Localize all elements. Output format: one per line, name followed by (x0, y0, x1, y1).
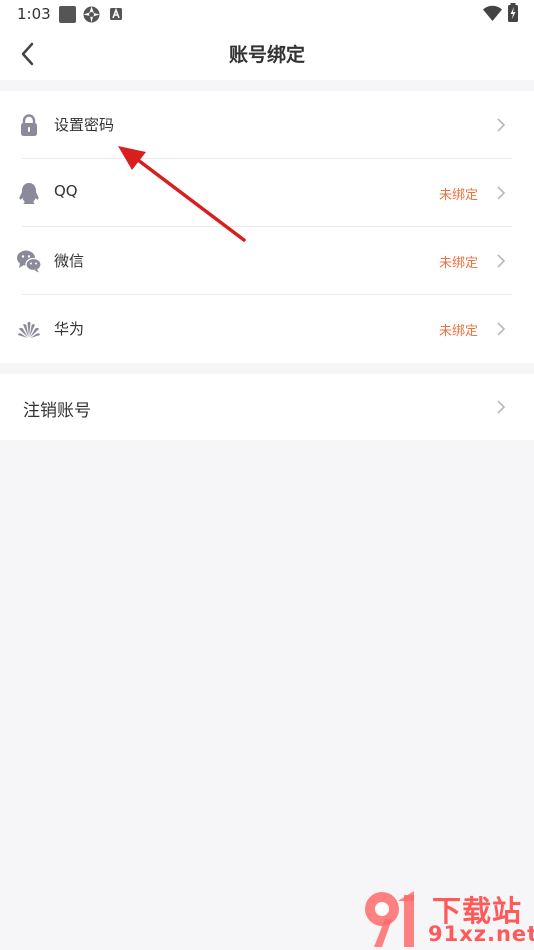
cancel-account-row[interactable]: 注销账号 (0, 374, 534, 440)
translate-a-icon (110, 8, 122, 20)
huawei-icon (17, 321, 41, 338)
wifi-icon (483, 5, 502, 21)
chevron-right-icon (497, 254, 506, 268)
wechat-status-badge: 未绑定 (438, 256, 478, 271)
set-password-label: 设置密码 (54, 116, 115, 134)
qq-icon (19, 183, 39, 204)
lock-icon (21, 114, 37, 136)
chevron-right-icon (497, 118, 506, 132)
status-time: 1:03 (17, 5, 51, 23)
huawei-label: 华为 (54, 320, 85, 338)
watermark: 下载站 91xz.net (360, 885, 534, 950)
battery-charging-icon (508, 3, 518, 22)
wechat-label: 微信 (54, 252, 85, 270)
wechat-binding-row[interactable]: 微信 未绑定 (0, 227, 534, 295)
aperture-icon (83, 6, 100, 23)
app-notification-icon (59, 6, 76, 23)
qq-status-badge: 未绑定 (438, 188, 478, 203)
qq-binding-row[interactable]: QQ 未绑定 (0, 159, 534, 227)
qq-label: QQ (54, 182, 78, 200)
huawei-binding-row[interactable]: 华为 未绑定 (0, 295, 534, 363)
huawei-status-badge: 未绑定 (438, 324, 478, 339)
page-header: 账号绑定 (0, 28, 534, 80)
chevron-right-icon (497, 322, 506, 336)
binding-list: 设置密码 QQ 未绑定 微信 未绑定 华为 未绑定 (0, 91, 534, 363)
set-password-row[interactable]: 设置密码 (0, 91, 534, 159)
page-title: 账号绑定 (228, 44, 305, 66)
chevron-right-icon (497, 400, 506, 414)
annotation-arrow (118, 146, 246, 242)
status-bar: 1:03 (0, 0, 534, 28)
cancel-account-label: 注销账号 (23, 401, 91, 421)
wechat-icon (17, 250, 42, 273)
chevron-right-icon (497, 186, 506, 200)
watermark-url: 91xz.net (428, 922, 534, 946)
watermark-logo (365, 891, 414, 947)
